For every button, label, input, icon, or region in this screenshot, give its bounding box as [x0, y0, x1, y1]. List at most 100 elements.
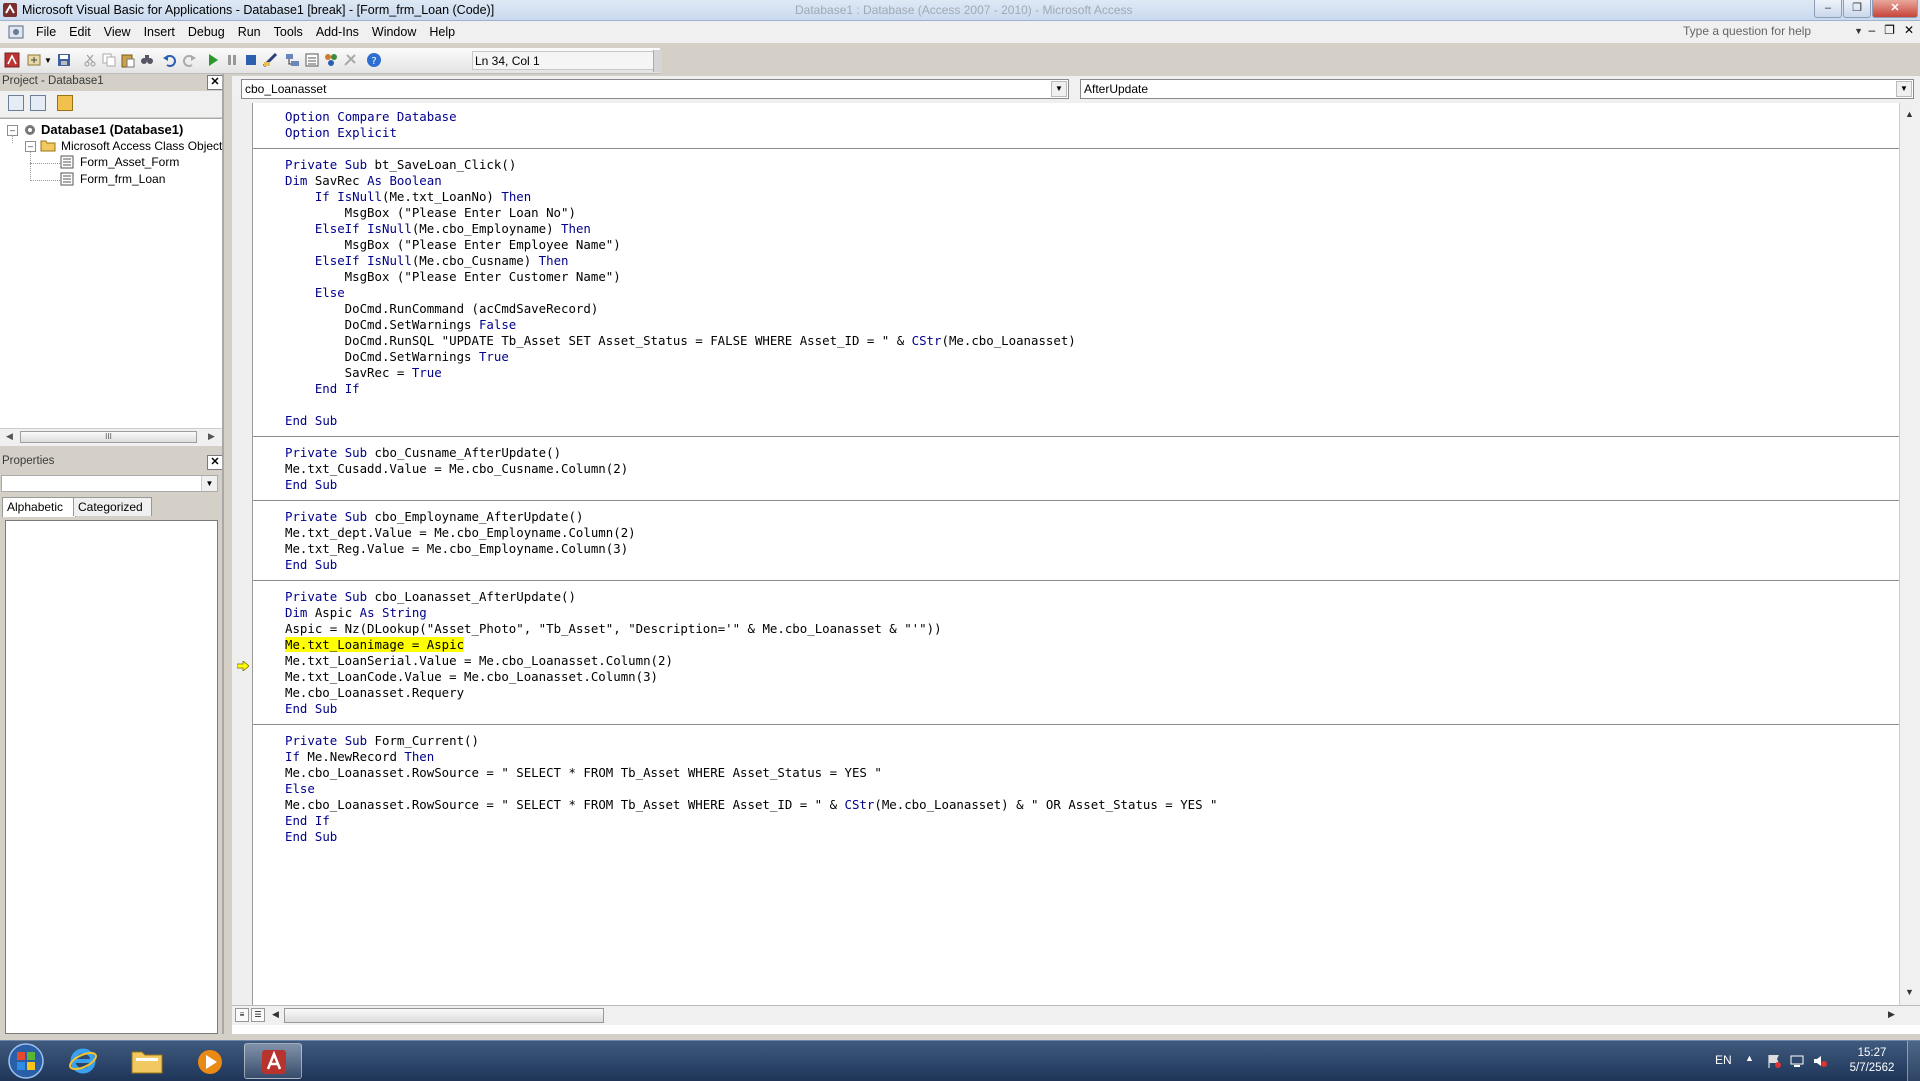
scroll-up-icon[interactable]: ▲	[1905, 109, 1914, 119]
code-editor[interactable]: Option Compare Database Option Explicit Pr…	[253, 103, 1899, 1005]
collapse-icon[interactable]: –	[25, 141, 36, 152]
properties-object-select[interactable]: ▼	[1, 475, 218, 492]
menu-add-ins[interactable]: Add-Ins	[312, 25, 368, 39]
margin-indicator-bar[interactable]	[232, 103, 253, 1005]
show-desktop-button[interactable]	[1907, 1041, 1920, 1081]
tree-item-form-asset-form[interactable]: Form_Asset_Form	[80, 155, 179, 169]
toolbox-icon[interactable]	[342, 52, 358, 68]
code-line[interactable]: Private Sub cbo_Loanasset_AfterUpdate()	[285, 589, 576, 605]
menu-window[interactable]: Window	[368, 25, 425, 39]
menu-help[interactable]: Help	[425, 25, 464, 39]
code-line[interactable]: Me.txt_LoanSerial.Value = Me.cbo_Loanass…	[285, 653, 673, 669]
menu-debug[interactable]: Debug	[184, 25, 234, 39]
collapse-icon[interactable]: –	[7, 125, 18, 136]
taskbar-internet-explorer[interactable]	[55, 1043, 113, 1079]
menu-file[interactable]: File	[32, 25, 65, 39]
code-line[interactable]: Option Explicit	[285, 125, 397, 141]
chevron-down-icon[interactable]: ▼	[1896, 81, 1912, 97]
code-line[interactable]: End If	[285, 813, 330, 829]
code-line[interactable]: MsgBox ("Please Enter Loan No")	[285, 205, 576, 221]
code-line[interactable]: MsgBox ("Please Enter Customer Name")	[285, 269, 621, 285]
design-mode-icon[interactable]	[262, 52, 278, 68]
system-clock[interactable]: 15:27 5/7/2562	[1842, 1046, 1902, 1076]
close-button[interactable]: ✕	[1872, 0, 1918, 18]
code-line[interactable]: Else	[285, 285, 345, 301]
code-line[interactable]: DoCmd.RunSQL "UPDATE Tb_Asset SET Asset_…	[285, 333, 1076, 349]
tab-categorized[interactable]: Categorized	[73, 497, 152, 516]
code-line[interactable]: Private Sub cbo_Cusname_AfterUpdate()	[285, 445, 561, 461]
menu-insert[interactable]: Insert	[140, 25, 184, 39]
scroll-thumb[interactable]: III	[20, 431, 197, 443]
restore-button[interactable]: ❐	[1843, 0, 1871, 18]
code-window-icon[interactable]	[8, 24, 24, 40]
code-line[interactable]: ElseIf IsNull(Me.cbo_Employname) Then	[285, 221, 591, 237]
menu-tools[interactable]: Tools	[270, 25, 312, 39]
code-line[interactable]: Me.txt_Loanimage = Aspic	[285, 637, 465, 653]
chevron-down-icon[interactable]: ▼	[201, 476, 217, 491]
language-indicator[interactable]: EN	[1715, 1053, 1732, 1067]
code-line[interactable]: Me.cbo_Loanasset.RowSource = " SELECT * …	[285, 797, 1218, 813]
mdi-minimize-button[interactable]: –	[1868, 23, 1875, 37]
project-explorer-icon[interactable]	[285, 52, 301, 68]
code-line[interactable]: DoCmd.SetWarnings True	[285, 349, 509, 365]
code-line[interactable]: End Sub	[285, 829, 337, 845]
code-line[interactable]: Aspic = Nz(DLookup("Asset_Photo", "Tb_As…	[285, 621, 942, 637]
help-search-box[interactable]: Type a question for help ▼	[1683, 23, 1863, 40]
object-browser-icon[interactable]	[323, 52, 339, 68]
show-hidden-icons-icon[interactable]: ▲	[1745, 1053, 1754, 1063]
code-line[interactable]: Me.txt_Reg.Value = Me.cbo_Employname.Col…	[285, 541, 628, 557]
menu-run[interactable]: Run	[234, 25, 270, 39]
minimize-button[interactable]: –	[1814, 0, 1842, 18]
code-line[interactable]: Option Compare Database	[285, 109, 457, 125]
view-object-icon[interactable]	[30, 95, 46, 111]
code-line[interactable]: End Sub	[285, 413, 337, 429]
code-line[interactable]: End If	[285, 381, 360, 397]
tree-item-form-frm-loan[interactable]: Form_frm_Loan	[80, 172, 165, 186]
procedure-combo[interactable]: AfterUpdate ▼	[1080, 79, 1914, 99]
tab-alphabetic[interactable]: Alphabetic	[2, 497, 76, 517]
toggle-folders-icon[interactable]	[57, 95, 73, 111]
code-line[interactable]: Me.txt_LoanCode.Value = Me.cbo_Loanasset…	[285, 669, 658, 685]
taskbar-microsoft-access[interactable]	[244, 1043, 302, 1079]
code-line[interactable]: Else	[285, 781, 315, 797]
insert-userform-icon[interactable]	[26, 52, 42, 68]
properties-grid[interactable]	[5, 520, 218, 1034]
help-icon[interactable]: ?	[366, 52, 382, 68]
project-horizontal-scrollbar[interactable]: ◀ III ▶	[0, 428, 224, 446]
code-line[interactable]: Me.cbo_Loanasset.RowSource = " SELECT * …	[285, 765, 882, 781]
code-line[interactable]: DoCmd.RunCommand (acCmdSaveRecord)	[285, 301, 599, 317]
dock-splitter[interactable]	[222, 74, 224, 1034]
undo-icon[interactable]	[162, 52, 178, 68]
code-vertical-scrollbar[interactable]: ▲ ▼	[1899, 103, 1920, 1005]
action-center-flag-icon[interactable]	[1766, 1053, 1782, 1069]
code-line[interactable]: Me.txt_Cusadd.Value = Me.cbo_Cusname.Col…	[285, 461, 628, 477]
chevron-down-icon[interactable]: ▼	[1854, 23, 1863, 40]
full-module-view-icon[interactable]: ☰	[251, 1008, 265, 1022]
volume-icon[interactable]	[1812, 1053, 1828, 1069]
close-icon[interactable]: ✕	[207, 455, 223, 470]
scroll-left-icon[interactable]: ◀	[272, 1009, 279, 1020]
code-line[interactable]: MsgBox ("Please Enter Employee Name")	[285, 237, 621, 253]
code-line[interactable]: If IsNull(Me.txt_LoanNo) Then	[285, 189, 531, 205]
scroll-left-icon[interactable]: ◀	[6, 431, 13, 442]
run-icon[interactable]	[205, 52, 221, 68]
scroll-right-icon[interactable]: ▶	[1888, 1009, 1895, 1020]
network-icon[interactable]	[1789, 1053, 1805, 1069]
view-code-icon[interactable]	[8, 95, 24, 111]
close-icon[interactable]: ✕	[207, 75, 223, 90]
code-line[interactable]: DoCmd.SetWarnings False	[285, 317, 517, 333]
taskbar-media-player[interactable]	[181, 1043, 239, 1079]
code-line[interactable]: End Sub	[285, 701, 337, 717]
code-line[interactable]: ElseIf IsNull(Me.cbo_Cusname) Then	[285, 253, 569, 269]
code-line[interactable]: Dim Aspic As String	[285, 605, 427, 621]
procedure-view-icon[interactable]: ≡	[235, 1008, 249, 1022]
save-icon[interactable]	[56, 52, 72, 68]
scroll-thumb[interactable]	[284, 1008, 604, 1023]
reset-icon[interactable]	[243, 52, 259, 68]
object-combo[interactable]: cbo_Loanasset ▼	[241, 79, 1069, 99]
copy-icon[interactable]	[101, 52, 117, 68]
cut-icon[interactable]	[82, 52, 98, 68]
code-line[interactable]: Me.txt_dept.Value = Me.cbo_Employname.Co…	[285, 525, 636, 541]
tree-item-database1[interactable]: Database1 (Database1)	[41, 122, 183, 137]
code-line[interactable]: End Sub	[285, 477, 337, 493]
